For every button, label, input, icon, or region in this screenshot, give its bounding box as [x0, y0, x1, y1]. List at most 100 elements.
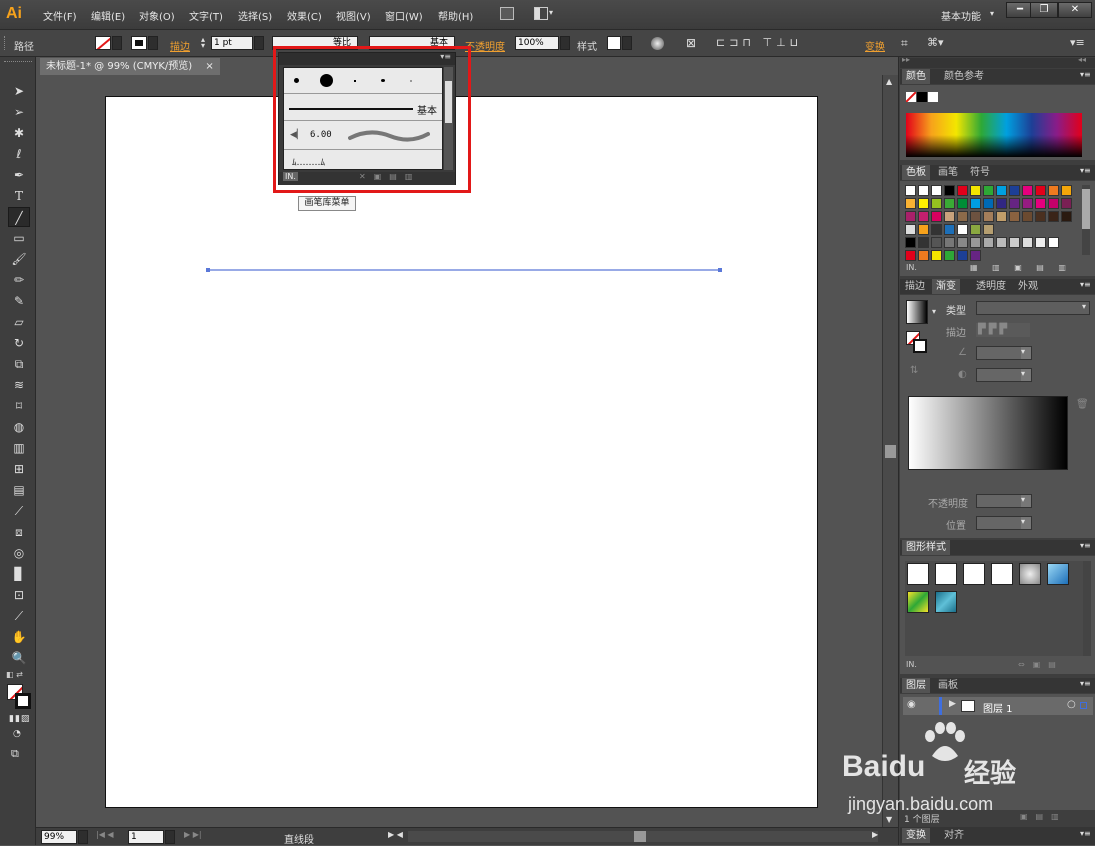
chevron-down-icon[interactable]: ▾: [549, 8, 553, 17]
target-icon[interactable]: ○: [1067, 699, 1076, 710]
zoom-input[interactable]: 99%: [41, 830, 77, 844]
layer-name[interactable]: 图层 1: [983, 700, 1013, 715]
stroke-weight-dropdown[interactable]: [254, 36, 264, 50]
color-swatch[interactable]: [944, 211, 955, 222]
close-window-button[interactable]: ✕: [1058, 2, 1092, 18]
scale-tool-icon[interactable]: ⧉: [8, 354, 30, 374]
none-color-icon[interactable]: [906, 92, 916, 102]
anchor-point[interactable]: [718, 268, 722, 272]
color-swatch[interactable]: [905, 237, 916, 248]
color-swatch[interactable]: [957, 185, 968, 196]
color-swatch[interactable]: [970, 185, 981, 196]
color-swatch[interactable]: [931, 250, 942, 261]
gradient-tool-icon[interactable]: ▤: [8, 480, 30, 500]
chevron-down-icon[interactable]: ▾: [932, 307, 936, 316]
color-swatch[interactable]: [905, 224, 916, 235]
shape-builder-tool-icon[interactable]: ◍: [8, 417, 30, 437]
graphic-styles-library-icon[interactable]: IN.: [906, 660, 917, 669]
color-swatch[interactable]: [1009, 211, 1020, 222]
color-swatch[interactable]: [918, 250, 929, 261]
selection-tool-icon[interactable]: ➤: [8, 81, 30, 101]
symbol-sprayer-tool-icon[interactable]: ◎: [8, 543, 30, 563]
artboard-dropdown[interactable]: [165, 830, 175, 844]
color-swatch[interactable]: [957, 224, 968, 235]
color-swatch[interactable]: [905, 185, 916, 196]
color-swatch[interactable]: [970, 224, 981, 235]
warp-tool-icon[interactable]: ≋: [8, 375, 30, 395]
rotate-tool-icon[interactable]: ↻: [8, 333, 30, 353]
screen-mode-icon[interactable]: ⧉: [11, 747, 19, 761]
blend-tool-icon[interactable]: ⧈: [8, 522, 30, 542]
scroll-up-icon[interactable]: ▲: [886, 77, 892, 86]
tab-graphic-styles[interactable]: 图形样式: [902, 540, 950, 555]
reverse-gradient-icon[interactable]: ⇅: [910, 365, 918, 376]
swatches-scrollbar[interactable]: [1082, 185, 1090, 255]
color-swatch[interactable]: [918, 198, 929, 209]
panel-menu-icon[interactable]: ▾≡: [1080, 679, 1091, 688]
graphic-style-yellow[interactable]: [907, 591, 929, 613]
stepper-icon[interactable]: ▴ ▾: [201, 36, 205, 50]
opacity-input[interactable]: 100%: [515, 36, 559, 50]
graphic-styles-footer-icons[interactable]: ⇔▣▤: [1018, 660, 1064, 669]
color-swatch[interactable]: [996, 211, 1007, 222]
black-color-icon[interactable]: [917, 92, 927, 102]
panel-menu-icon[interactable]: ▾≡: [1080, 541, 1091, 550]
lasso-tool-icon[interactable]: ℓ: [8, 144, 30, 164]
color-swatch[interactable]: [931, 198, 942, 209]
color-swatch[interactable]: [970, 198, 981, 209]
color-swatch[interactable]: [1061, 211, 1072, 222]
hand-tool-icon[interactable]: ✋: [8, 627, 30, 647]
slice-tool-icon[interactable]: ⟋: [8, 606, 30, 626]
graphic-style-teal[interactable]: [935, 591, 957, 613]
blob-brush-tool-icon[interactable]: ✎: [8, 291, 30, 311]
horizontal-scrollbar[interactable]: [408, 831, 878, 842]
fill-swatch[interactable]: [95, 36, 111, 50]
tab-color[interactable]: 颜色: [902, 69, 930, 84]
eraser-tool-icon[interactable]: ▱: [8, 312, 30, 332]
color-swatch[interactable]: [905, 198, 916, 209]
layer-row[interactable]: ◉ ▶ 图层 1 ○: [903, 697, 1093, 715]
close-tab-icon[interactable]: ×: [205, 61, 213, 72]
tab-symbols[interactable]: 符号: [970, 165, 990, 180]
tab-artboards[interactable]: 画板: [938, 678, 958, 693]
color-swatch[interactable]: [957, 211, 968, 222]
next-artboard-icon[interactable]: ▶ ▶|: [184, 830, 202, 839]
graphic-style-blue[interactable]: [1047, 563, 1069, 585]
vertical-scrollbar[interactable]: ▲ ▼: [882, 75, 898, 827]
color-swatch[interactable]: [918, 185, 929, 196]
color-swatch[interactable]: [931, 237, 942, 248]
color-swatch[interactable]: [931, 185, 942, 196]
first-artboard-icon[interactable]: |◀ ◀: [96, 830, 114, 839]
color-swatch[interactable]: [1022, 198, 1033, 209]
gradient-swatch[interactable]: [906, 300, 928, 324]
color-swatch[interactable]: [918, 211, 929, 222]
color-swatch[interactable]: [996, 198, 1007, 209]
menu-select[interactable]: 选择(S): [238, 8, 272, 23]
tab-gradient[interactable]: 渐变: [932, 279, 960, 294]
tab-brushes[interactable]: 画笔: [938, 165, 958, 180]
stroke-dropdown[interactable]: [148, 36, 158, 50]
arrange-documents-icon[interactable]: [534, 7, 548, 20]
graphic-styles-scrollbar[interactable]: [1083, 561, 1091, 656]
status-menu-icon[interactable]: ▶ ◀: [388, 830, 403, 839]
transform-link[interactable]: 变换: [865, 38, 885, 53]
paintbrush-tool-icon[interactable]: 🖌: [8, 249, 30, 269]
color-swatch[interactable]: [1035, 211, 1046, 222]
tab-align[interactable]: 对齐: [944, 828, 964, 843]
type-tool-icon[interactable]: T: [8, 186, 30, 206]
color-swatch[interactable]: [957, 250, 968, 261]
collapse-icon[interactable]: ◂◂: [1078, 55, 1086, 64]
selection-indicator[interactable]: [1080, 702, 1087, 709]
tab-color-guide[interactable]: 颜色参考: [944, 69, 984, 84]
gradient-location-input[interactable]: ▾: [976, 516, 1032, 530]
color-swatch[interactable]: [1009, 198, 1020, 209]
color-swatch[interactable]: [970, 237, 981, 248]
eye-icon[interactable]: ◉: [907, 699, 916, 710]
color-swatch[interactable]: [1009, 237, 1020, 248]
stroke-color-icon[interactable]: [15, 693, 31, 709]
isolate-icon[interactable]: ⌗: [901, 36, 908, 51]
artboard-number-input[interactable]: 1: [128, 830, 164, 844]
color-swatch[interactable]: [970, 250, 981, 261]
color-swatch[interactable]: [918, 237, 929, 248]
graphic-style-glow[interactable]: [1019, 563, 1041, 585]
